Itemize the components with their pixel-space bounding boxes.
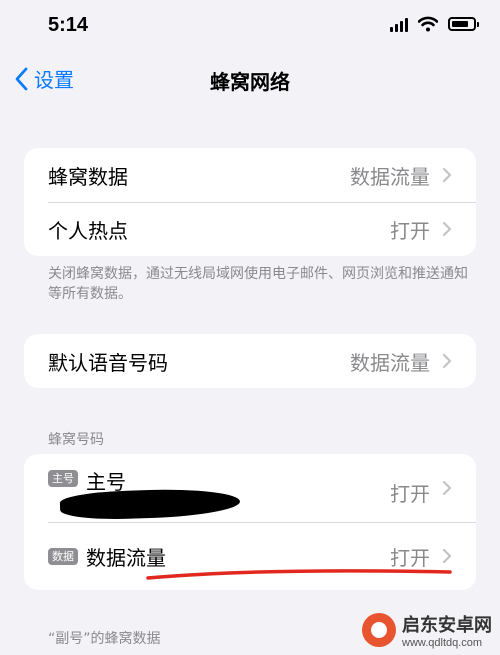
battery-icon [448, 17, 479, 31]
cellular-settings-group: 蜂窝数据 数据流量 个人热点 打开 [24, 148, 476, 256]
watermark-logo-icon [362, 613, 396, 647]
chevron-right-icon [442, 167, 452, 183]
row-label: 个人热点 [48, 218, 128, 243]
status-bar: 5:14 [0, 0, 500, 52]
chevron-right-icon [442, 353, 452, 369]
cellular-signal-icon [390, 16, 408, 32]
personal-hotspot-row[interactable]: 个人热点 打开 [24, 202, 476, 256]
chevron-right-icon [442, 221, 452, 237]
cellular-numbers-group: 主号 主号 打开 数据 数据流量 打开 [24, 454, 476, 590]
cellular-data-row[interactable]: 蜂窝数据 数据流量 [24, 148, 476, 202]
status-time: 5:14 [48, 14, 89, 36]
row-label: 默认语音号码 [48, 350, 168, 375]
watermark-url: www.qdltdq.com [402, 637, 483, 649]
battery-fill [452, 21, 468, 27]
primary-line-row[interactable]: 主号 主号 打开 [24, 454, 476, 522]
default-voice-line-row[interactable]: 默认语音号码 数据流量 [24, 334, 476, 388]
red-underline-annotation [146, 569, 452, 580]
chevron-right-icon [442, 548, 452, 564]
cellular-data-footer: 关闭蜂窝数据，通过无线局域网使用电子邮件、网页浏览和推送通知等所有数据。 [48, 266, 468, 302]
chevron-right-icon [442, 480, 452, 496]
row-label: 蜂窝数据 [48, 164, 128, 189]
line-badge: 数据 [48, 547, 78, 565]
cellular-numbers-header: 蜂窝号码 [48, 432, 104, 448]
navigation-bar: 设置 蜂窝网络 [0, 52, 500, 108]
watermark-name: 启东安卓网 [402, 615, 492, 636]
wifi-icon [418, 16, 438, 32]
line-badge: 主号 [48, 470, 78, 487]
page-title: 蜂窝网络 [210, 70, 290, 94]
watermark: 启东安卓网 www.qdltdq.com [362, 611, 492, 649]
row-value: 打开 [390, 218, 430, 243]
secondary-line-header: “副号”的蜂窝数据 [48, 631, 161, 647]
row-value: 打开 [390, 482, 430, 506]
voice-group: 默认语音号码 数据流量 [24, 334, 476, 388]
row-value: 数据流量 [350, 350, 430, 375]
data-line-row[interactable]: 数据 数据流量 打开 [24, 522, 476, 590]
row-value: 数据流量 [350, 164, 430, 189]
